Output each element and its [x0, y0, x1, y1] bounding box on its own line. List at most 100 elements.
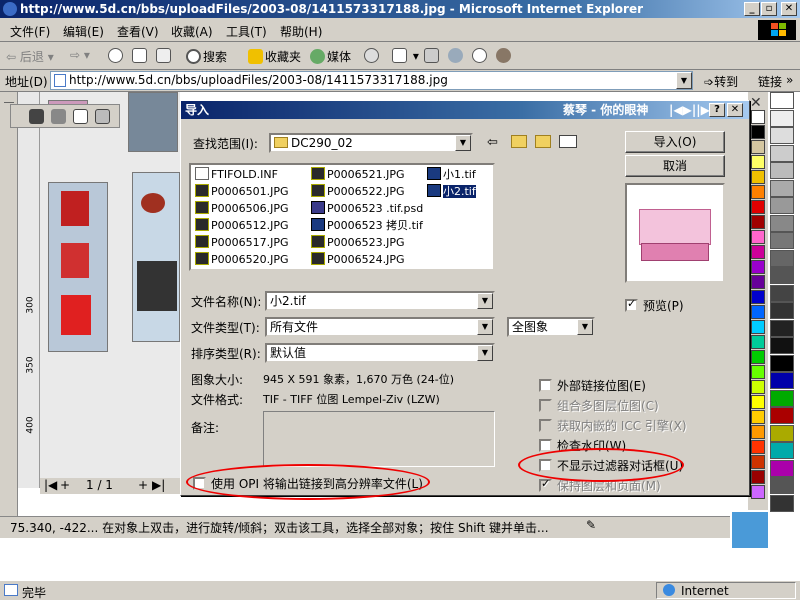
file-item[interactable]: 小2.tif	[427, 184, 476, 200]
back-arrow-icon[interactable]: ⇦	[487, 135, 498, 150]
palette-swatch[interactable]	[770, 284, 794, 302]
file-item[interactable]: FTIFOLD.INF	[195, 167, 278, 183]
first-page-icon[interactable]: |◀	[44, 478, 57, 492]
back-button[interactable]: ⇦ 后退 ▾	[6, 48, 54, 65]
menu-file[interactable]: 文件(F)	[10, 23, 50, 40]
file-item[interactable]: 小1.tif	[427, 167, 476, 183]
stop-button[interactable]	[108, 48, 125, 63]
edit-button[interactable]	[448, 48, 465, 63]
palette-swatch[interactable]	[770, 494, 794, 512]
palette-swatch[interactable]	[751, 335, 765, 349]
palette-swatch[interactable]	[751, 110, 765, 124]
file-item[interactable]: P0006523 拷贝.tif	[311, 218, 423, 234]
palette-swatch[interactable]	[770, 232, 794, 249]
palette-swatch[interactable]	[770, 144, 794, 162]
palette-swatch[interactable]	[770, 337, 794, 354]
up-folder-icon[interactable]	[511, 135, 527, 148]
palette-swatch[interactable]	[770, 372, 794, 389]
palette-swatch[interactable]	[751, 350, 765, 364]
close-button[interactable]: ✕	[781, 2, 797, 16]
palette-swatch[interactable]	[770, 92, 794, 109]
address-dropdown-button[interactable]: ▼	[676, 72, 692, 89]
file-item[interactable]: P0006520.JPG	[195, 252, 289, 268]
look-in-dropdown[interactable]: DC290_02 ▼	[269, 133, 473, 153]
image-icon[interactable]	[95, 109, 110, 124]
last-page-icon[interactable]: ▶|	[152, 478, 165, 492]
palette-swatch[interactable]	[770, 442, 794, 459]
palette-swatch[interactable]	[770, 302, 794, 319]
restore-button[interactable]: ▫	[761, 2, 777, 16]
menu-view[interactable]: 查看(V)	[117, 23, 159, 40]
palette-swatch[interactable]	[751, 410, 765, 424]
messenger-button[interactable]	[496, 48, 513, 63]
preview-checkbox[interactable]: 预览(P)	[625, 297, 684, 314]
palette-swatch[interactable]	[751, 230, 765, 244]
palette-swatch[interactable]	[770, 197, 794, 214]
palette-swatch[interactable]	[751, 425, 765, 439]
menu-edit[interactable]: 编辑(E)	[63, 23, 104, 40]
option-checkbox[interactable]: 外部链接位图(E)	[539, 377, 646, 394]
file-item[interactable]: P0006506.JPG	[195, 201, 289, 217]
search-button[interactable]: 搜索	[186, 48, 227, 65]
palette-swatch[interactable]	[770, 179, 794, 197]
palette-swatch[interactable]	[751, 275, 765, 289]
palette-swatch[interactable]	[751, 395, 765, 409]
history-button[interactable]	[364, 48, 381, 63]
palette-swatch[interactable]	[770, 319, 794, 337]
mail-icon[interactable]	[73, 109, 88, 124]
palette-swatch[interactable]	[770, 109, 794, 127]
palette-swatch[interactable]	[770, 214, 794, 232]
palette-swatch[interactable]	[770, 389, 794, 407]
refresh-button[interactable]	[132, 48, 149, 63]
filename-input[interactable]: 小2.tif ▼	[265, 291, 495, 311]
add-page-icon[interactable]: +	[60, 478, 70, 492]
palette-swatch[interactable]	[751, 260, 765, 274]
palette-swatch[interactable]	[751, 485, 765, 499]
file-item[interactable]: P0006523.JPG	[311, 235, 405, 251]
palette-swatch[interactable]	[770, 477, 794, 494]
image-crop-dropdown[interactable]: 全图象 ▼	[507, 317, 595, 337]
file-item[interactable]: P0006501.JPG	[195, 184, 289, 200]
palette-swatch[interactable]	[751, 320, 765, 334]
no-color-icon[interactable]: ✕	[750, 95, 762, 111]
palette-swatch[interactable]	[770, 407, 794, 424]
palette-swatch[interactable]	[770, 162, 794, 179]
file-item[interactable]: P0006517.JPG	[195, 235, 289, 251]
palette-swatch[interactable]	[770, 424, 794, 442]
menu-tools[interactable]: 工具(T)	[226, 23, 267, 40]
palette-swatch[interactable]	[751, 155, 765, 169]
dialog-close-button[interactable]: ✕	[727, 103, 743, 117]
new-folder-icon[interactable]	[535, 135, 551, 148]
palette-swatch[interactable]	[751, 125, 765, 139]
add-page-after-icon[interactable]: +	[138, 478, 148, 492]
palette-swatch[interactable]	[770, 354, 794, 372]
palette-swatch[interactable]	[751, 290, 765, 304]
palette-swatch[interactable]	[751, 455, 765, 469]
file-item[interactable]: P0006523 .tif.psd	[311, 201, 423, 217]
dialog-help-button[interactable]: ?	[709, 103, 725, 117]
palette-swatch[interactable]	[751, 215, 765, 229]
print-icon[interactable]	[51, 109, 66, 124]
file-list[interactable]: FTIFOLD.INF P0006501.JPG P0006506.JPG P0006…	[189, 163, 495, 271]
minimize-button[interactable]: _	[744, 2, 760, 16]
sort-dropdown[interactable]: 默认值 ▼	[265, 343, 495, 363]
links-button[interactable]: 链接	[758, 73, 782, 90]
palette-swatch[interactable]	[770, 267, 794, 284]
mail-button[interactable]: ▾	[392, 48, 419, 63]
go-button[interactable]: ➩转到	[704, 73, 738, 90]
palette-swatch[interactable]	[770, 249, 794, 267]
palette-swatch[interactable]	[751, 140, 765, 154]
forward-button[interactable]: ⇨ ▾	[70, 48, 90, 62]
palette-swatch[interactable]	[751, 305, 765, 319]
palette-swatch[interactable]	[751, 440, 765, 454]
save-icon[interactable]	[29, 109, 44, 124]
print-button[interactable]	[424, 48, 441, 63]
file-item[interactable]: P0006524.JPG	[311, 252, 405, 268]
palette-swatch[interactable]	[751, 200, 765, 214]
home-button[interactable]	[156, 48, 173, 63]
import-button[interactable]: 导入(O)	[625, 131, 725, 153]
menu-favorites[interactable]: 收藏(A)	[171, 23, 213, 40]
palette-swatch[interactable]	[751, 380, 765, 394]
file-item[interactable]: P0006522.JPG	[311, 184, 405, 200]
favorites-button[interactable]: 收藏夹	[248, 48, 301, 65]
